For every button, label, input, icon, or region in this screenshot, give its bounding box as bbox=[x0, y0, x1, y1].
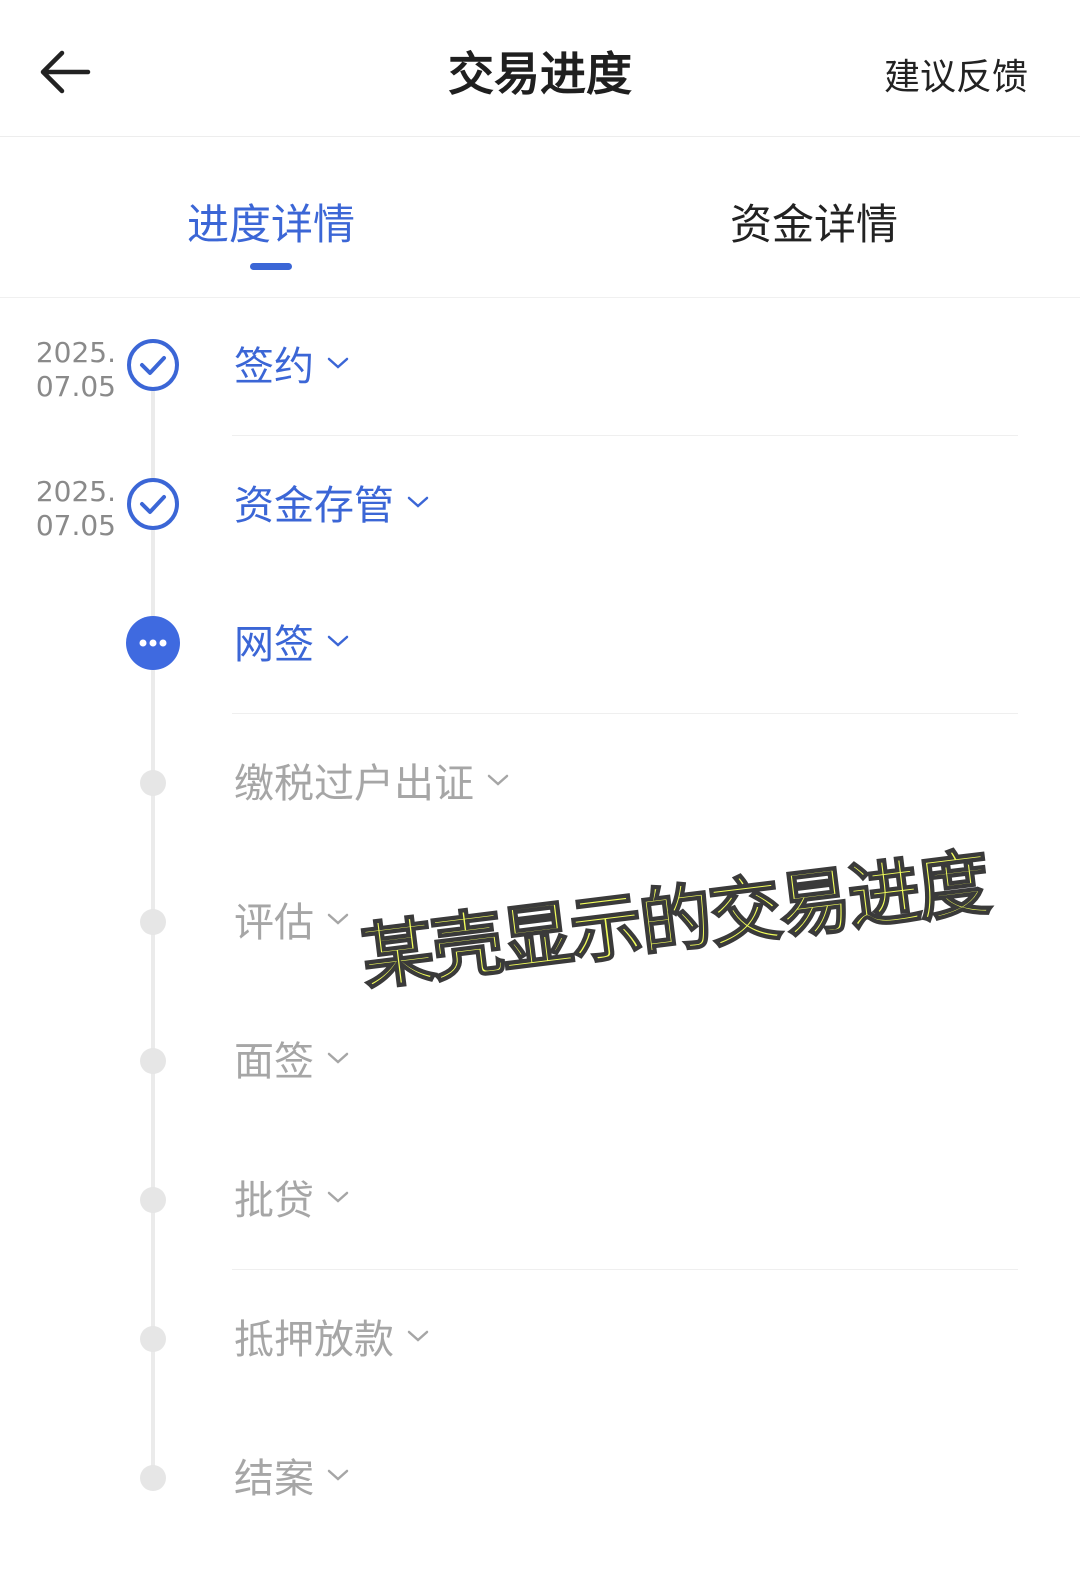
divider bbox=[232, 1269, 1018, 1270]
step-label-mortgage-release[interactable]: 抵押放款 bbox=[234, 1307, 430, 1365]
chevron-down-icon bbox=[407, 496, 429, 508]
step-label-text: 面签 bbox=[234, 1039, 314, 1085]
pending-dot-icon bbox=[140, 909, 166, 935]
step-label-signing[interactable]: 签约 bbox=[234, 334, 350, 392]
tab-progress-details[interactable]: 进度详情 bbox=[187, 191, 355, 252]
step-label-closing[interactable]: 结案 bbox=[234, 1446, 350, 1504]
pending-dot-icon bbox=[140, 770, 166, 796]
step-label-online-signing[interactable]: 网签 bbox=[234, 612, 350, 670]
step-label-appraisal[interactable]: 评估 bbox=[234, 890, 350, 948]
step-date-day: 07.05 bbox=[35, 370, 116, 403]
step-label-text: 网签 bbox=[234, 622, 314, 668]
chevron-down-icon bbox=[327, 913, 349, 925]
step-label-interview[interactable]: 面签 bbox=[234, 1029, 350, 1087]
chevron-down-icon bbox=[327, 1469, 349, 1481]
step-label-escrow[interactable]: 资金存管 bbox=[234, 473, 430, 531]
timeline-step-interview: 面签 bbox=[0, 993, 1080, 1132]
in-progress-dots-icon bbox=[126, 616, 180, 670]
active-tab-indicator bbox=[250, 263, 292, 270]
tab-bar: 进度详情 资金详情 bbox=[0, 137, 1080, 298]
step-date: 2025. 07.05 bbox=[32, 475, 116, 543]
pending-dot-icon bbox=[140, 1465, 166, 1491]
timeline-step-signing: 2025. 07.05 签约 bbox=[0, 298, 1080, 437]
timeline-step-online-signing: 网签 bbox=[0, 576, 1080, 715]
step-label-tax-transfer[interactable]: 缴税过户出证 bbox=[234, 751, 510, 809]
step-label-loan-approval[interactable]: 批贷 bbox=[234, 1168, 350, 1226]
chevron-down-icon bbox=[487, 774, 509, 786]
timeline-step-closing: 结案 bbox=[0, 1410, 1080, 1549]
top-bar: 交易进度 建议反馈 bbox=[0, 0, 1080, 137]
feedback-button[interactable]: 建议反馈 bbox=[884, 48, 1028, 100]
timeline-step-loan-approval: 批贷 bbox=[0, 1132, 1080, 1271]
step-date-year: 2025. bbox=[35, 336, 116, 369]
chevron-down-icon bbox=[327, 635, 349, 647]
tab-fund-details[interactable]: 资金详情 bbox=[730, 191, 898, 252]
chevron-down-icon bbox=[407, 1330, 429, 1342]
pending-dot-icon bbox=[140, 1187, 166, 1213]
step-label-text: 缴税过户出证 bbox=[234, 761, 474, 807]
check-circle-icon bbox=[127, 339, 179, 391]
chevron-down-icon bbox=[327, 1052, 349, 1064]
timeline-step-mortgage-release: 抵押放款 bbox=[0, 1271, 1080, 1410]
step-label-text: 签约 bbox=[234, 344, 314, 390]
step-label-text: 抵押放款 bbox=[234, 1317, 394, 1363]
timeline-step-escrow: 2025. 07.05 资金存管 bbox=[0, 437, 1080, 576]
step-label-text: 结案 bbox=[234, 1456, 314, 1502]
step-label-text: 批贷 bbox=[234, 1178, 314, 1224]
step-date-year: 2025. bbox=[35, 475, 116, 508]
step-label-text: 资金存管 bbox=[234, 483, 394, 529]
step-date-day: 07.05 bbox=[35, 509, 116, 542]
step-date: 2025. 07.05 bbox=[32, 336, 116, 404]
check-circle-icon bbox=[127, 478, 179, 530]
pending-dot-icon bbox=[140, 1048, 166, 1074]
pending-dot-icon bbox=[140, 1326, 166, 1352]
chevron-down-icon bbox=[327, 357, 349, 369]
step-label-text: 评估 bbox=[234, 900, 314, 946]
divider bbox=[232, 435, 1018, 436]
divider bbox=[232, 713, 1018, 714]
chevron-down-icon bbox=[327, 1191, 349, 1203]
